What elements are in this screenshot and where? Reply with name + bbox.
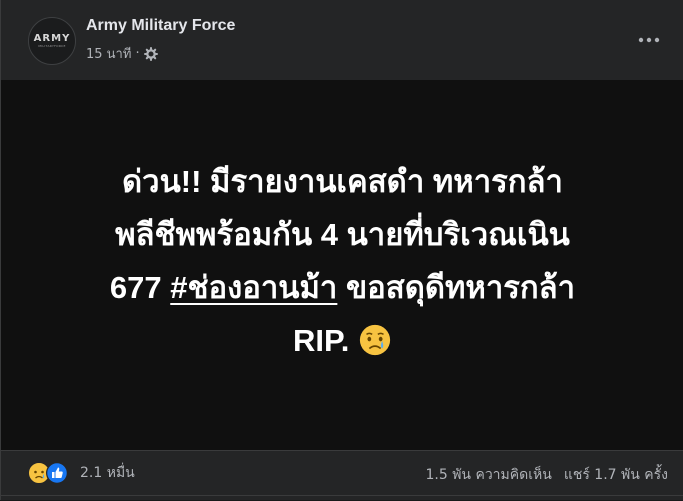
post-line-3-prefix: 677 [109,270,171,305]
post-line-3: 677 #ช่องอานม้า ขอสดุดีทหารกล้า [43,261,643,314]
page-name-link[interactable]: Army Military Force [86,17,235,35]
like-reaction-icon [46,462,68,484]
post-line-4: RIP. [43,314,643,367]
page-avatar[interactable]: ARMY MILITARYFORCE [28,17,76,65]
reaction-icons [28,462,74,484]
reaction-count: 2.1 หมื่น [80,465,135,481]
post-card: ARMY MILITARYFORCE Army Military Force 1… [0,0,683,500]
post-header: ARMY MILITARYFORCE Army Military Force 1… [1,0,683,80]
footer-divider [1,495,683,501]
ellipsis-icon [638,37,660,43]
avatar-logo-text: ARMY [33,33,71,44]
more-options-icon[interactable] [634,25,664,55]
post-line-2: พลีชีพพร้อมกัน 4 นายที่บริเวณเนิน [115,217,570,252]
meta-separator: · [135,46,140,61]
post-line-4-text: RIP. [293,323,358,358]
post-text: ด่วน!! มีรายงานเคสดำ ทหารกล้า พลีชีพพร้อ… [43,155,643,367]
post-footer: 2.1 หมื่น 1.5 พัน ความคิดเห็น แชร์ 1.7 พ… [1,450,683,500]
hashtag-link[interactable]: #ช่องอานม้า [170,270,337,305]
reaction-summary[interactable]: 2.1 หมื่น [28,462,135,484]
post-meta: 15 นาที · [86,43,158,64]
crying-face-emoji [359,324,391,356]
comments-count-link[interactable]: 1.5 พัน ความคิดเห็น [425,464,551,486]
shares-count-link[interactable]: แชร์ 1.7 พัน ครั้ง [564,464,668,486]
post-line-1: ด่วน!! มีรายงานเคสดำ ทหารกล้า [122,164,563,199]
post-timestamp[interactable]: 15 นาที [86,43,131,64]
gear-icon[interactable] [143,46,158,61]
avatar-logo-subtext: MILITARYFORCE [38,44,66,48]
engagement-stats: 1.5 พัน ความคิดเห็น แชร์ 1.7 พัน ครั้ง [425,464,668,486]
post-line-3-suffix: ขอสดุดีทหารกล้า [337,270,576,305]
post-content-image[interactable]: ด่วน!! มีรายงานเคสดำ ทหารกล้า พลีชีพพร้อ… [1,80,683,450]
